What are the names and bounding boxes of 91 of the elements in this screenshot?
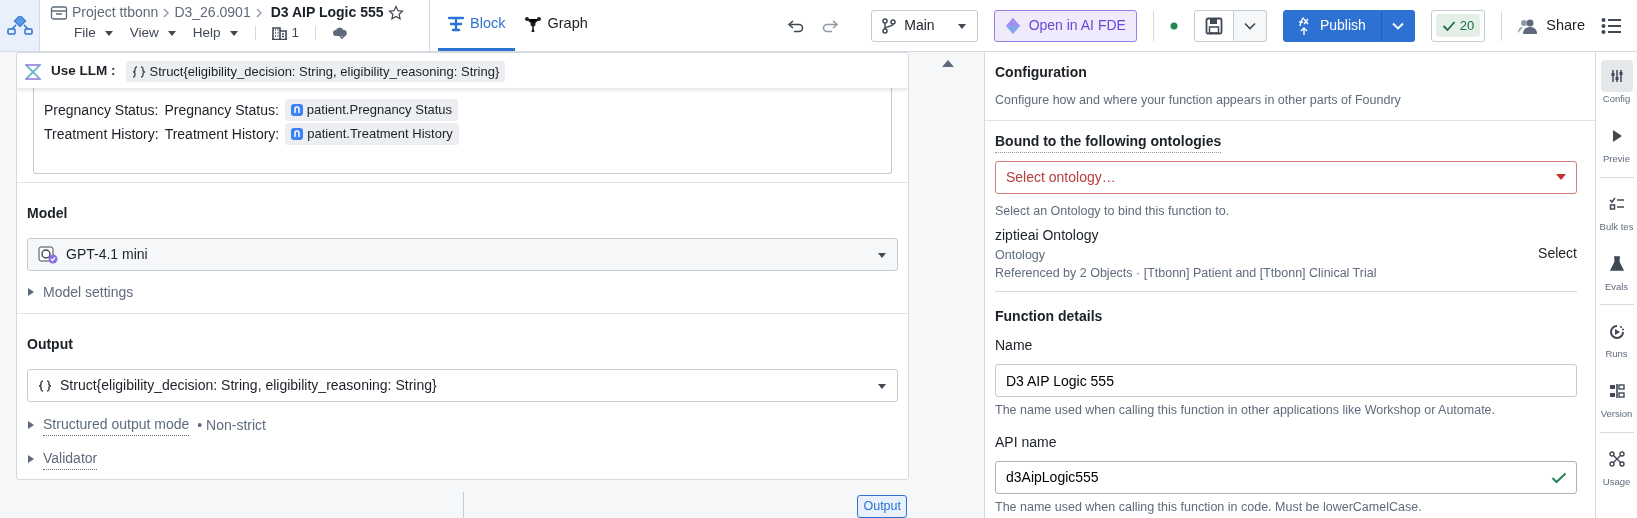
chevron-down-icon (1243, 21, 1256, 30)
output-type-select[interactable]: Struct{eligibility_decision: String, eligibility_reasoning: String} (27, 369, 898, 402)
chevron-icon (162, 6, 171, 19)
hint-text: Select an Ontology to bind this function to. (995, 202, 1231, 220)
sidebar-tab[interactable]: Evals (1595, 247, 1637, 294)
flask-icon (1608, 255, 1625, 272)
type-tag: Struct{eligibility_decision: String, eligibility_reasoning: String} (125, 60, 506, 83)
columns-icon (1608, 383, 1625, 400)
chevron-down-icon (1391, 21, 1404, 30)
prompt-text: Pregnancy Status: (164, 100, 279, 120)
option-toggle[interactable]: Structured output mode (43, 414, 190, 436)
publish-options-button[interactable] (1380, 9, 1415, 42)
checklist-icon (1608, 195, 1625, 212)
hint-text: The name used when calling this function in code. Must be lowerCamelCase. (995, 498, 1423, 516)
branch-dropdown[interactable]: Main (871, 9, 978, 42)
llm-icon (25, 63, 41, 80)
undo-icon[interactable] (787, 17, 806, 34)
output-badge[interactable]: Output (857, 495, 907, 518)
building-icon (271, 26, 288, 41)
graph-icon (525, 16, 542, 32)
chevron-icon (254, 6, 263, 19)
section-heading: Output (27, 335, 74, 354)
prompt-label: Pregnancy Status: (44, 100, 159, 120)
variable-tag: patient.Treatment History (285, 123, 459, 145)
hint-text: The name used when calling this function in other applications like Workshop or Automate. (995, 402, 1497, 419)
select-button[interactable]: Select (1538, 243, 1577, 265)
section-heading: Model (27, 204, 69, 223)
caret-icon (1556, 173, 1566, 182)
input-field[interactable]: d3AipLogic555 (995, 460, 1577, 494)
breadcrumb-link[interactable]: D3_26.0901 (174, 2, 251, 23)
share-button[interactable]: Share (1518, 14, 1585, 37)
status-dot-icon (1169, 21, 1178, 30)
menu-button[interactable]: File (74, 23, 114, 44)
menu-button[interactable]: Help (192, 23, 239, 44)
panel-subtitle: Configure how and where your function appears in other parts of Foundry (995, 92, 1402, 109)
runs-icon (1608, 323, 1625, 339)
caret-icon[interactable] (27, 287, 35, 297)
file-title: D3 AIP Logic 555 (270, 3, 384, 22)
folder-icon (50, 4, 68, 21)
redo-icon[interactable] (821, 17, 840, 34)
save-button[interactable] (1193, 9, 1234, 42)
caret-icon[interactable] (27, 420, 35, 430)
model-settings-toggle[interactable]: Model settings (27, 275, 898, 309)
star-icon[interactable] (387, 4, 404, 21)
cloud-check-icon (332, 26, 349, 41)
branch-icon (882, 17, 897, 34)
block-title: Use LLM : (51, 62, 116, 81)
field-label: API name (995, 432, 1058, 452)
sidebar-tab[interactable]: Usage (1595, 442, 1637, 489)
network-icon (1608, 450, 1625, 467)
ontology-type: Ontology (995, 246, 1047, 264)
variable-icon (291, 128, 304, 140)
sidebar-tab[interactable]: Version (1595, 375, 1637, 422)
panel-title: Configuration (995, 63, 1088, 82)
ontology-references: Referenced by 2 Objects · [Ttbonn] Patient and [Ttbonn] Clinical Trial (995, 265, 1378, 283)
variable-tag: patient.Pregnancy Status (284, 99, 459, 121)
ontology-name: ziptieai Ontology (995, 225, 1100, 245)
ai-button[interactable]: Open in AI FDE (993, 9, 1137, 42)
block-icon (448, 16, 464, 32)
input-field[interactable]: D3 AIP Logic 555 (995, 364, 1577, 397)
breadcrumb-link[interactable]: Project ttbonn (72, 2, 159, 23)
scroll-up-icon[interactable] (941, 58, 955, 68)
section-heading: Bound to the following ontologies (995, 130, 1222, 153)
check-icon (1441, 19, 1456, 32)
valid-check-icon (1551, 471, 1567, 484)
gem-icon (1004, 16, 1021, 35)
sidebar-tab[interactable]: Runs (1595, 315, 1637, 362)
caret-icon[interactable] (27, 454, 35, 464)
prompt-text: Treatment History: (164, 124, 280, 144)
braces-icon (38, 379, 52, 392)
sidebar-tab[interactable]: Previe (1595, 120, 1637, 167)
field-label: Name (995, 336, 1034, 355)
menu-button[interactable]: View (129, 23, 177, 44)
variable-icon (290, 104, 303, 116)
sidebar-tab[interactable]: Bulk tes (1595, 187, 1637, 234)
model-select[interactable]: GPT-4.1 mini (27, 238, 898, 271)
people-icon (1518, 17, 1539, 34)
publish-button[interactable]: Publish (1282, 9, 1381, 42)
option-toggle[interactable]: Validator (43, 448, 98, 470)
ontology-select[interactable]: Select ontology… (995, 160, 1577, 194)
count-label: 1 (291, 24, 300, 42)
prompt-label: Treatment History: (44, 124, 159, 144)
app-logo-icon[interactable] (6, 15, 33, 36)
option-detail: • Non-strict (197, 415, 266, 435)
section-heading: Function details (995, 307, 1104, 326)
braces-icon (131, 65, 146, 78)
model-icon (38, 245, 58, 264)
checks-button[interactable]: 20 (1430, 9, 1486, 42)
list-icon[interactable] (1601, 16, 1621, 35)
view-tab[interactable]: Graph (515, 0, 598, 51)
save-icon (1204, 16, 1223, 35)
